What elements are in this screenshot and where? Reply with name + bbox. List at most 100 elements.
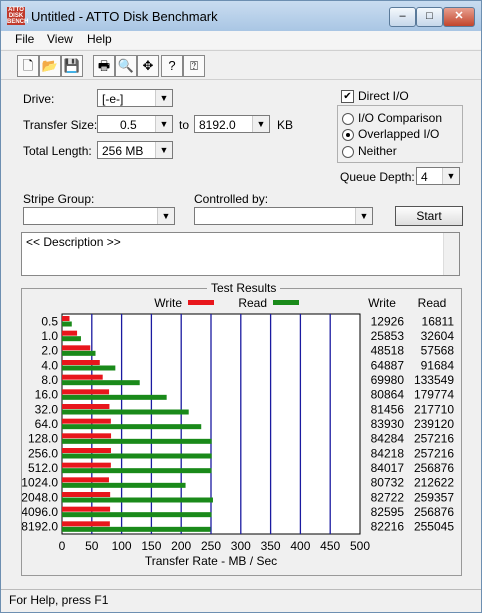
read-bar bbox=[62, 321, 72, 327]
queue-depth-select[interactable]: 4 ▼ bbox=[416, 167, 460, 185]
read-bar bbox=[62, 453, 212, 459]
menu-view[interactable]: View bbox=[47, 32, 73, 46]
toolbar: 🗋 📂 💾 🖶 🔍 ✥ ? ⍰ bbox=[1, 50, 481, 80]
title-bar[interactable]: ATTO DISK BENCH Untitled - ATTO Disk Ben… bbox=[1, 1, 481, 31]
x-tick-label: 200 bbox=[171, 539, 191, 553]
y-tick-label: 8192.0 bbox=[22, 520, 58, 534]
total-length-select[interactable]: 256 MB ▼ bbox=[97, 141, 173, 159]
close-button[interactable]: ✕ bbox=[443, 7, 475, 27]
total-length-value: 256 MB bbox=[102, 144, 144, 158]
write-value: 82722 bbox=[371, 490, 405, 504]
x-tick-label: 450 bbox=[320, 539, 340, 553]
read-value: 239120 bbox=[414, 417, 454, 431]
chevron-down-icon[interactable]: ▼ bbox=[157, 208, 174, 224]
write-bar bbox=[62, 433, 112, 439]
y-tick-label: 2.0 bbox=[41, 344, 58, 358]
legend-write-label: Write bbox=[154, 296, 182, 310]
io-comparison-radio[interactable] bbox=[342, 113, 354, 125]
chevron-down-icon[interactable]: ▼ bbox=[155, 142, 172, 158]
move-icon[interactable]: ✥ bbox=[137, 55, 159, 77]
write-value: 83930 bbox=[371, 417, 405, 431]
write-value: 25853 bbox=[371, 329, 405, 343]
help-icon[interactable]: ? bbox=[161, 55, 183, 77]
to-label: to bbox=[179, 118, 190, 132]
read-bar bbox=[62, 380, 140, 386]
overlapped-io-label: Overlapped I/O bbox=[358, 127, 440, 141]
legend-read-label: Read bbox=[238, 296, 267, 310]
stripe-group-select[interactable]: ▼ bbox=[23, 207, 175, 225]
y-tick-label: 0.5 bbox=[41, 314, 58, 328]
read-bar bbox=[62, 512, 212, 518]
read-bar bbox=[62, 424, 202, 430]
read-value: 133549 bbox=[414, 373, 454, 387]
window-title: Untitled - ATTO Disk Benchmark bbox=[31, 9, 218, 24]
minimize-button[interactable]: – bbox=[389, 7, 416, 27]
write-bar bbox=[62, 448, 111, 453]
write-value: 81456 bbox=[371, 402, 405, 416]
transfer-size-to-select[interactable]: 8192.0 ▼ bbox=[194, 115, 270, 133]
read-bar bbox=[62, 350, 96, 356]
controlled-by-label: Controlled by: bbox=[194, 192, 269, 206]
chevron-down-icon[interactable]: ▼ bbox=[155, 90, 172, 106]
print-preview-icon[interactable]: 🔍 bbox=[115, 55, 137, 77]
write-value: 82216 bbox=[371, 520, 405, 534]
read-value: 217710 bbox=[414, 402, 454, 416]
write-value: 69980 bbox=[371, 373, 405, 387]
write-bar bbox=[62, 521, 110, 527]
transfer-to-value: 8192.0 bbox=[199, 118, 236, 132]
test-results-panel: Test Results Write Read Write Read 0 50 100 150… bbox=[21, 281, 462, 576]
chevron-down-icon[interactable]: ▼ bbox=[252, 116, 269, 132]
drive-select[interactable]: [-e-] ▼ bbox=[97, 89, 173, 107]
save-icon[interactable]: 💾 bbox=[61, 55, 83, 77]
read-bar bbox=[62, 336, 81, 342]
new-file-icon[interactable]: 🗋 bbox=[17, 55, 39, 77]
transfer-size-from-select[interactable]: 0.5 ▼ bbox=[97, 115, 173, 133]
read-bar bbox=[62, 438, 212, 444]
y-tick-label: 512.0 bbox=[28, 461, 58, 475]
legend-read-swatch bbox=[273, 300, 299, 305]
write-bar bbox=[62, 477, 109, 483]
read-value: 57568 bbox=[421, 344, 455, 358]
read-value: 16811 bbox=[422, 314, 455, 328]
write-value: 80864 bbox=[371, 388, 405, 402]
io-comparison-label: I/O Comparison bbox=[358, 111, 443, 125]
direct-io-checkbox[interactable]: ✔ bbox=[341, 90, 354, 103]
stripe-group-label: Stripe Group: bbox=[23, 192, 95, 206]
write-bar bbox=[62, 316, 70, 321]
open-folder-icon[interactable]: 📂 bbox=[39, 55, 61, 77]
menu-bar: File View Help bbox=[1, 31, 481, 49]
write-bar bbox=[62, 389, 110, 395]
write-value: 48518 bbox=[371, 344, 405, 358]
print-icon[interactable]: 🖶 bbox=[93, 55, 115, 77]
chevron-down-icon[interactable]: ▼ bbox=[442, 168, 459, 184]
status-text: For Help, press F1 bbox=[9, 593, 109, 607]
overlapped-io-radio[interactable] bbox=[342, 129, 354, 141]
start-button[interactable]: Start bbox=[395, 206, 463, 226]
description-scrollbar[interactable] bbox=[443, 233, 459, 275]
read-bar bbox=[62, 497, 213, 503]
menu-help[interactable]: Help bbox=[87, 32, 112, 46]
controlled-by-select[interactable]: ▼ bbox=[194, 207, 373, 225]
maximize-button[interactable]: □ bbox=[416, 7, 443, 27]
x-tick-label: 100 bbox=[112, 539, 132, 553]
description-field[interactable]: << Description >> bbox=[21, 232, 460, 276]
legend-write-swatch bbox=[188, 300, 214, 305]
read-bar bbox=[62, 365, 116, 371]
y-tick-label: 128.0 bbox=[28, 432, 58, 446]
y-tick-label: 8.0 bbox=[41, 373, 58, 387]
menu-file[interactable]: File bbox=[15, 32, 34, 46]
read-value: 257216 bbox=[414, 446, 454, 460]
neither-radio[interactable] bbox=[342, 146, 354, 158]
y-tick-label: 256.0 bbox=[28, 446, 58, 460]
read-value: 256876 bbox=[414, 461, 454, 475]
read-value: 32604 bbox=[421, 329, 455, 343]
chevron-down-icon[interactable]: ▼ bbox=[155, 116, 172, 132]
neither-label: Neither bbox=[358, 144, 397, 158]
y-tick-label: 64.0 bbox=[35, 417, 59, 431]
chevron-down-icon[interactable]: ▼ bbox=[355, 208, 372, 224]
context-help-icon[interactable]: ⍰ bbox=[183, 55, 205, 77]
read-bar bbox=[62, 409, 189, 415]
read-value: 255045 bbox=[414, 520, 454, 534]
description-text: << Description >> bbox=[26, 235, 121, 249]
read-value: 256876 bbox=[414, 505, 454, 519]
